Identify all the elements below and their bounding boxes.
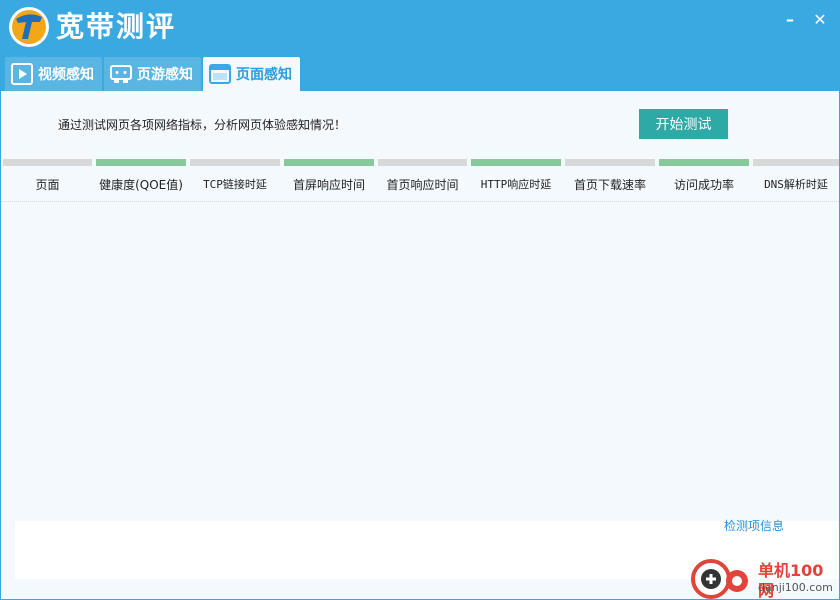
metric-bar-homepage [378, 159, 467, 166]
metric-header: 页面 [35, 178, 60, 192]
metric-bars [1, 159, 839, 167]
tab-video-perception[interactable]: 视频感知 [5, 57, 102, 91]
metric-bar-http [471, 159, 561, 166]
metric-bar-tcp [190, 159, 280, 166]
app-window: 宽带测评 – ✕ 视频感知 页游感知 页面感知 通过测试网页各项网络指标，分析网… [0, 0, 840, 600]
metric-bar-download [565, 159, 655, 166]
metric-bar-qoe [96, 159, 186, 166]
gamepad-icon [110, 65, 132, 83]
metric-header: 首页响应时间 [386, 178, 459, 192]
metric-header: HTTP响应时延 [480, 178, 552, 191]
detection-info-link[interactable]: 检测项信息 [724, 518, 784, 534]
metric-headers: 页面 健康度(QOE值) TCP链接时延 首屏响应时间 首页响应时间 HTTP响… [1, 175, 839, 195]
metric-bar-dns [753, 159, 839, 166]
play-video-icon [11, 63, 33, 85]
tab-game-perception[interactable]: 页游感知 [104, 57, 201, 91]
tab-label: 页游感知 [137, 67, 193, 83]
metric-header: 健康度(QOE值) [99, 178, 183, 192]
minimize-button[interactable]: – [781, 11, 799, 29]
metric-bar-first-screen [284, 159, 374, 166]
watermark-site-url: danji100.com [758, 581, 833, 594]
close-button[interactable]: ✕ [811, 11, 829, 29]
metric-header: DNS解析时延 [764, 178, 828, 191]
header-divider [1, 201, 839, 202]
metric-header: 首页下载速率 [573, 178, 646, 192]
app-logo-icon [9, 7, 49, 47]
tab-label: 页面感知 [236, 67, 292, 83]
metric-bar-success [659, 159, 749, 166]
tab-label: 视频感知 [38, 67, 94, 83]
tab-bar: 视频感知 页游感知 页面感知 [5, 57, 300, 91]
start-test-button[interactable]: 开始测试 [639, 109, 728, 139]
app-title: 宽带测评 [56, 10, 177, 43]
metric-bar-page [3, 159, 92, 166]
metric-header: 首屏响应时间 [292, 178, 365, 192]
browser-window-icon [209, 64, 231, 84]
page-perception-panel: 通过测试网页各项网络指标，分析网页体验感知情况！ 开始测试 页面 健康度(QOE… [1, 91, 839, 599]
metric-header: TCP链接时延 [203, 178, 267, 191]
tab-page-perception[interactable]: 页面感知 [203, 57, 300, 91]
metric-header: 访问成功率 [673, 178, 734, 192]
title-bar: 宽带测评 – ✕ 视频感知 页游感知 页面感知 [1, 1, 839, 91]
intro-text: 通过测试网页各项网络指标，分析网页体验感知情况！ [58, 118, 347, 132]
